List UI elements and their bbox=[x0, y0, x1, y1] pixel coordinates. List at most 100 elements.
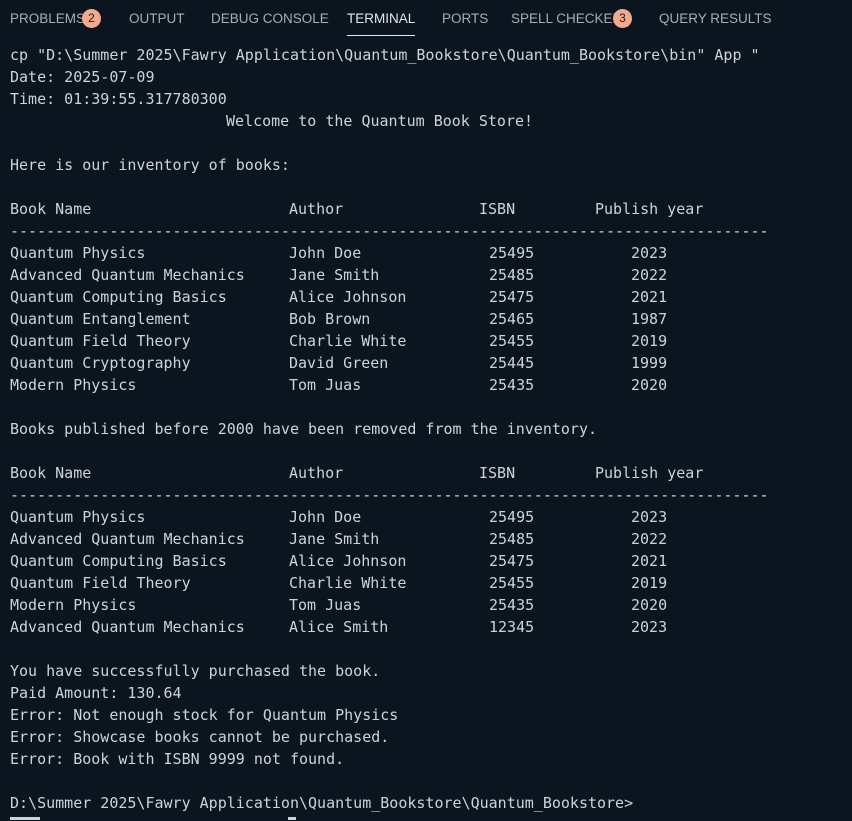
cell-book-name: Quantum Computing Basics bbox=[10, 288, 227, 306]
time-line: Time: 01:39:55.317780300 bbox=[10, 90, 227, 108]
cell-publish-year: 2023 bbox=[631, 244, 668, 262]
cell-publish-year: 2021 bbox=[631, 288, 668, 306]
cell-author: Alice Johnson bbox=[289, 288, 407, 306]
date-line: Date: 2025-07-09 bbox=[10, 68, 155, 86]
cell-publish-year: 1987 bbox=[631, 310, 668, 328]
table-separator: ----------------------------------------… bbox=[10, 222, 769, 240]
table-header-row: Book Name Author ISBN Publish year bbox=[10, 462, 848, 484]
table-header-row: Book Name Author ISBN Publish year bbox=[10, 198, 848, 220]
cell-book-name: Quantum Physics bbox=[10, 508, 146, 526]
header-isbn: ISBN bbox=[479, 200, 516, 218]
shell-prompt: D:\Summer 2025\Fawry Application\Quantum… bbox=[10, 794, 634, 812]
cell-author: Bob Brown bbox=[289, 310, 371, 328]
tab-problems[interactable]: PROBLEMS bbox=[10, 10, 85, 28]
table-row: Quantum Field Theory Charlie White 25455 20… bbox=[10, 330, 848, 352]
cell-author: John Doe bbox=[289, 244, 362, 262]
table-row: Modern Physics Tom Juas 25435 2020 bbox=[10, 374, 848, 396]
tab-spell-checker[interactable]: SPELL CHECKER bbox=[511, 10, 622, 28]
table-row: Quantum Computing Basics Alice Johnson 254… bbox=[10, 550, 848, 572]
paid-amount-line: Paid Amount: 130.64 bbox=[10, 684, 182, 702]
partially-visible-next-line bbox=[0, 813, 300, 821]
cell-book-name: Quantum Field Theory bbox=[10, 332, 191, 350]
cell-isbn: 25495 bbox=[489, 244, 535, 262]
table-row: Quantum Physics John Doe 25495 2023 bbox=[10, 506, 848, 528]
header-isbn: ISBN bbox=[479, 464, 516, 482]
table-row: Advanced Quantum Mechanics Jane Smith 2548… bbox=[10, 528, 848, 550]
cell-book-name: Modern Physics bbox=[10, 596, 137, 614]
cell-isbn: 12345 bbox=[489, 618, 535, 636]
cell-isbn: 25455 bbox=[489, 332, 535, 350]
active-tab-indicator bbox=[347, 35, 416, 36]
table-row: Modern Physics Tom Juas 25435 2020 bbox=[10, 594, 848, 616]
cell-book-name: Modern Physics bbox=[10, 376, 137, 394]
welcome-line: Welcome to the Quantum Book Store! bbox=[226, 112, 534, 130]
header-book-name: Book Name bbox=[10, 464, 92, 482]
cell-author: Jane Smith bbox=[289, 530, 380, 548]
header-publish-year: Publish year bbox=[595, 200, 704, 218]
table-row: Quantum Entanglement Bob Brown 25465 1987 bbox=[10, 308, 848, 330]
table-row: Advanced Quantum Mechanics Alice Smith 123… bbox=[10, 616, 848, 638]
cell-publish-year: 2020 bbox=[631, 376, 668, 394]
cell-publish-year: 2021 bbox=[631, 552, 668, 570]
tab-query-results[interactable]: QUERY RESULTS bbox=[659, 10, 772, 28]
cell-book-name: Quantum Physics bbox=[10, 244, 146, 262]
cell-isbn: 25465 bbox=[489, 310, 535, 328]
cell-publish-year: 1999 bbox=[631, 354, 668, 372]
cell-author: Charlie White bbox=[289, 574, 407, 592]
table-row: Advanced Quantum Mechanics Jane Smith 2548… bbox=[10, 264, 848, 286]
purchase-success-line: You have successfully purchased the book… bbox=[10, 662, 381, 680]
spell-checker-count-badge: 3 bbox=[613, 9, 632, 28]
cell-isbn: 25455 bbox=[489, 574, 535, 592]
panel-tab-bar: PROBLEMS 2 OUTPUT DEBUG CONSOLE TERMINAL… bbox=[0, 0, 852, 38]
cell-isbn: 25475 bbox=[489, 288, 535, 306]
command-line: cp "D:\Summer 2025\Fawry Application\Qua… bbox=[10, 46, 760, 64]
cell-author: Alice Johnson bbox=[289, 552, 407, 570]
cell-isbn: 25435 bbox=[489, 376, 535, 394]
terminal-output[interactable]: cp "D:\Summer 2025\Fawry Application\Qua… bbox=[10, 44, 848, 821]
cell-author: Tom Juas bbox=[289, 376, 362, 394]
error-isbn-line: Error: Book with ISBN 9999 not found. bbox=[10, 750, 345, 768]
cell-publish-year: 2023 bbox=[631, 508, 668, 526]
cell-isbn: 25475 bbox=[489, 552, 535, 570]
cell-isbn: 25445 bbox=[489, 354, 535, 372]
inventory-intro-line: Here is our inventory of books: bbox=[10, 156, 290, 174]
tab-terminal-label: TERMINAL bbox=[347, 11, 416, 26]
cell-book-name: Quantum Field Theory bbox=[10, 574, 191, 592]
tab-debug-console[interactable]: DEBUG CONSOLE bbox=[211, 10, 329, 28]
cropped-text-fragment bbox=[10, 817, 40, 820]
cell-isbn: 25485 bbox=[489, 530, 535, 548]
tab-terminal[interactable]: TERMINAL bbox=[347, 10, 416, 36]
cell-author: Tom Juas bbox=[289, 596, 362, 614]
cell-isbn: 25485 bbox=[489, 266, 535, 284]
cell-publish-year: 2020 bbox=[631, 596, 668, 614]
cropped-text-fragment bbox=[288, 817, 296, 820]
cell-author: Charlie White bbox=[289, 332, 407, 350]
cell-publish-year: 2022 bbox=[631, 266, 668, 284]
problems-count-badge: 2 bbox=[82, 9, 101, 28]
error-showcase-line: Error: Showcase books cannot be purchase… bbox=[10, 728, 390, 746]
cell-book-name: Advanced Quantum Mechanics bbox=[10, 266, 245, 284]
cell-publish-year: 2022 bbox=[631, 530, 668, 548]
cell-author: Alice Smith bbox=[289, 618, 389, 636]
table-row: Quantum Computing Basics Alice Johnson 254… bbox=[10, 286, 848, 308]
table-row: Quantum Cryptography David Green 25445 1999 bbox=[10, 352, 848, 374]
removed-message-line: Books published before 2000 have been re… bbox=[10, 420, 597, 438]
header-publish-year: Publish year bbox=[595, 464, 704, 482]
header-author: Author bbox=[289, 464, 344, 482]
cell-author: John Doe bbox=[289, 508, 362, 526]
cell-publish-year: 2019 bbox=[631, 574, 668, 592]
table-row: Quantum Field Theory Charlie White 25455 20… bbox=[10, 572, 848, 594]
cell-isbn: 25435 bbox=[489, 596, 535, 614]
cell-book-name: Advanced Quantum Mechanics bbox=[10, 530, 245, 548]
cell-publish-year: 2019 bbox=[631, 332, 668, 350]
cell-book-name: Quantum Computing Basics bbox=[10, 552, 227, 570]
table-row: Quantum Physics John Doe 25495 2023 bbox=[10, 242, 848, 264]
table-separator: ----------------------------------------… bbox=[10, 486, 769, 504]
cell-isbn: 25495 bbox=[489, 508, 535, 526]
tab-ports[interactable]: PORTS bbox=[442, 10, 488, 28]
tab-output[interactable]: OUTPUT bbox=[129, 10, 185, 28]
cell-publish-year: 2023 bbox=[631, 618, 668, 636]
header-author: Author bbox=[289, 200, 344, 218]
header-book-name: Book Name bbox=[10, 200, 92, 218]
cell-book-name: Quantum Cryptography bbox=[10, 354, 191, 372]
